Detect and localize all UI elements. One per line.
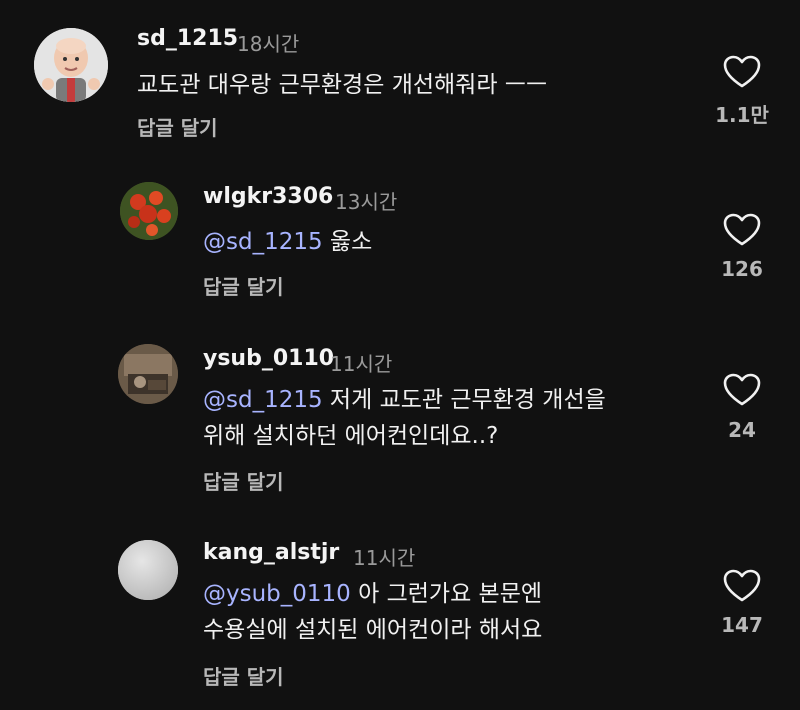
comment-text-line1: 아 그런가요 본문엔 xyxy=(350,581,543,607)
comment-text-line2: 수용실에 설치된 에어컨이라 해서요 xyxy=(203,617,543,643)
username[interactable]: wlgkr3306 xyxy=(203,184,333,209)
username[interactable]: ysub_0110 xyxy=(203,346,334,371)
reply-button[interactable]: 답글 달기 xyxy=(137,112,218,141)
photo-avatar-icon xyxy=(118,344,178,404)
heart-icon[interactable] xyxy=(723,55,761,89)
reply-button[interactable]: 답글 달기 xyxy=(203,466,284,495)
like-count: 24 xyxy=(728,418,756,442)
mention-link[interactable]: @sd_1215 xyxy=(203,229,323,255)
comment-text-line1: 옳소 xyxy=(322,229,373,255)
comment-item: wlgkr3306 13시간 @sd_1215 옳소 답글 달기 126 xyxy=(0,170,800,310)
heart-icon[interactable] xyxy=(723,569,761,603)
avatar[interactable] xyxy=(118,540,178,600)
reply-button[interactable]: 답글 달기 xyxy=(203,661,284,690)
3d-character-avatar-icon xyxy=(34,28,108,102)
mention-link[interactable]: @ysub_0110 xyxy=(203,581,351,607)
like-count: 126 xyxy=(721,257,763,281)
like-count: 147 xyxy=(721,613,763,637)
avatar[interactable] xyxy=(120,182,178,240)
comment-text: 교도관 대우랑 근무환경은 개선해줘라 ㅡㅡ xyxy=(137,67,547,103)
comment-time: 11시간 xyxy=(353,546,416,570)
avatar[interactable] xyxy=(118,344,178,404)
heart-icon[interactable] xyxy=(723,373,761,407)
username[interactable]: kang_alstjr xyxy=(203,540,339,565)
reply-button[interactable]: 답글 달기 xyxy=(203,271,284,300)
comment-text-line2: 위해 설치하던 에어컨인데요..? xyxy=(203,423,499,449)
comment-text: @sd_1215 옳소 xyxy=(203,224,372,260)
avatar[interactable] xyxy=(34,28,108,102)
mention-link[interactable]: @sd_1215 xyxy=(203,387,323,413)
comment-text: @ysub_0110 아 그런가요 본문엔 수용실에 설치된 에어컨이라 해서요 xyxy=(203,576,542,648)
comment-time: 18시간 xyxy=(237,32,300,56)
comment-item: sd_1215 18시간 교도관 대우랑 근무환경은 개선해줘라 ㅡㅡ 답글 달… xyxy=(0,0,800,150)
comment-time: 13시간 xyxy=(335,190,398,214)
heart-icon[interactable] xyxy=(723,213,761,247)
comment-time: 11시간 xyxy=(330,352,393,376)
like-count: 1.1만 xyxy=(715,103,769,127)
comment-text-line1: 교도관 대우랑 근무환경은 개선해줘라 ㅡㅡ xyxy=(137,72,548,98)
comment-item: ysub_0110 11시간 @sd_1215 저게 교도관 근무환경 개선을 … xyxy=(0,328,800,508)
comment-text: @sd_1215 저게 교도관 근무환경 개선을 위해 설치하던 에어컨인데요.… xyxy=(203,382,606,454)
red-flowers-avatar-icon xyxy=(120,182,178,240)
username[interactable]: sd_1215 xyxy=(137,26,238,51)
comment-text-line1: 저게 교도관 근무환경 개선을 xyxy=(322,387,606,413)
comment-item: kang_alstjr 11시간 @ysub_0110 아 그런가요 본문엔 수… xyxy=(0,525,800,710)
default-avatar-icon xyxy=(118,540,178,600)
